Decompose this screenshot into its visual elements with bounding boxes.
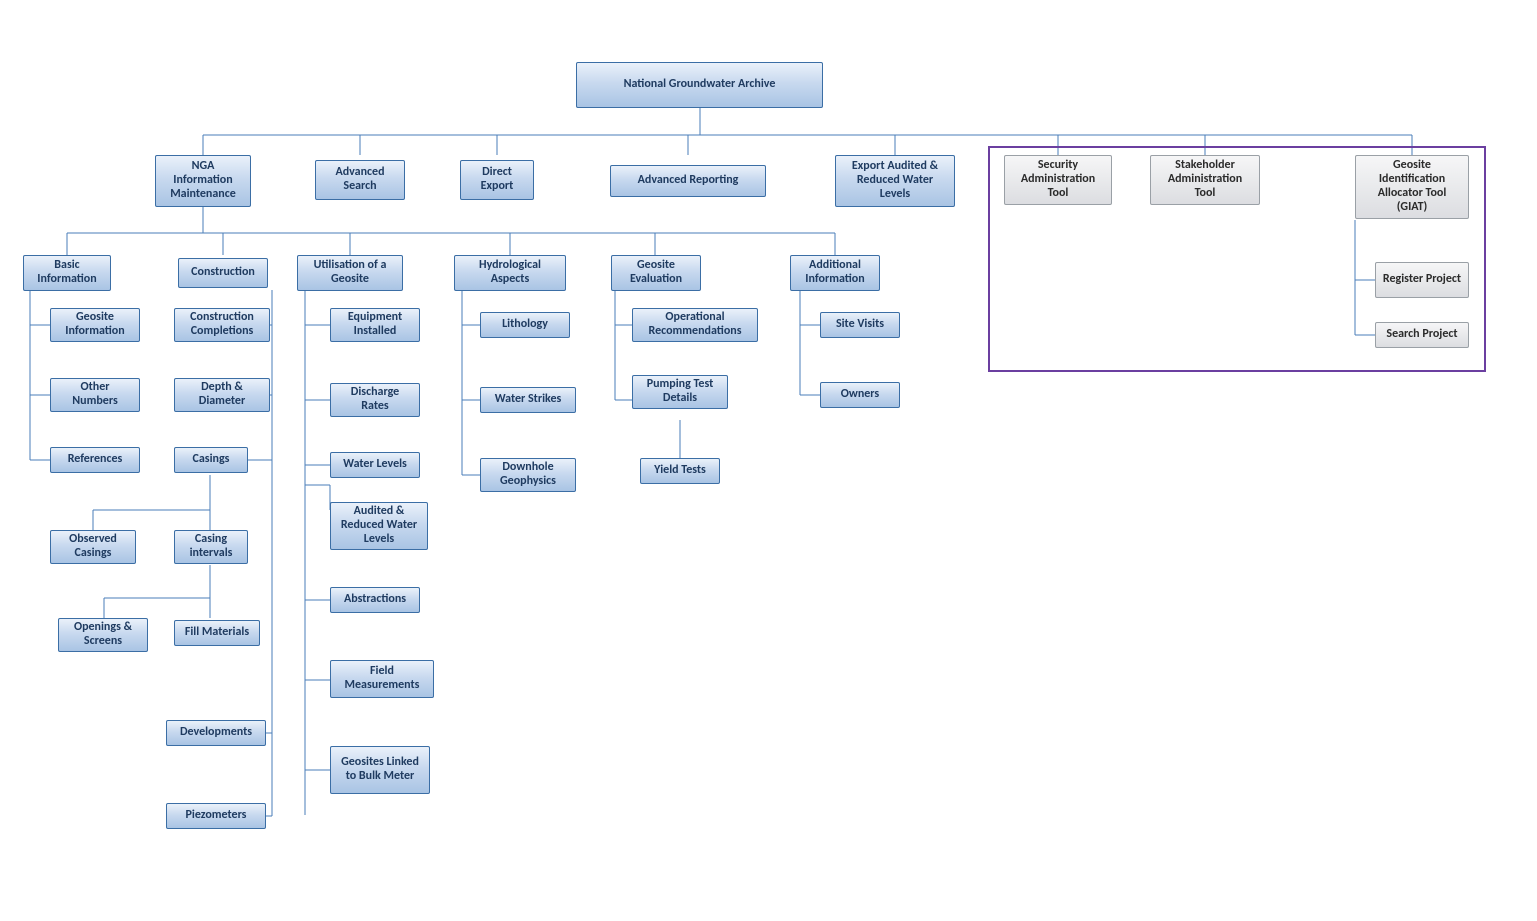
node-downhole-geophysics: Downhole Geophysics [480,458,576,492]
node-abstractions: Abstractions [330,587,420,613]
node-developments: Developments [166,720,266,746]
node-hydrological: Hydrological Aspects [454,255,566,291]
node-operational-recommendations: Operational Recommendations [632,308,758,342]
node-discharge-rates: Discharge Rates [330,383,420,417]
node-geosite-evaluation: Geosite Evaluation [611,255,701,291]
node-utilisation: Utilisation of a Geosite [297,255,403,291]
node-audited-reduced-wl: Audited & Reduced Water Levels [330,502,428,550]
org-chart-root: National Groundwater Archive NGA Informa… [0,0,1537,921]
node-observed-casings: Observed Casings [50,530,136,564]
node-lithology: Lithology [480,312,570,338]
node-openings-screens: Openings & Screens [58,618,148,652]
node-equipment-installed: Equipment Installed [330,308,420,342]
node-security-admin-tool: Security Administration Tool [1004,155,1112,205]
node-root: National Groundwater Archive [576,62,823,108]
node-additional-info: Additional Information [790,255,880,291]
node-geosites-bulk-meter: Geosites Linked to Bulk Meter [330,746,430,794]
node-basic-information: Basic Information [23,255,111,291]
node-owners: Owners [820,382,900,408]
node-pumping-test-details: Pumping Test Details [632,375,728,409]
node-search-project: Search Project [1375,322,1469,348]
node-construction-completions: Construction Completions [174,308,270,342]
node-site-visits: Site Visits [820,312,900,338]
node-advanced-search: Advanced Search [315,160,405,200]
node-fill-materials: Fill Materials [174,620,260,646]
node-geosite-information: Geosite Information [50,308,140,342]
node-nga-info-maintenance: NGA Information Maintenance [155,155,251,207]
node-giat: Geosite Identification Allocator Tool (G… [1355,155,1469,219]
node-depth-diameter: Depth & Diameter [174,378,270,412]
node-other-numbers: Other Numbers [50,378,140,412]
node-direct-export: Direct Export [460,160,534,200]
node-water-strikes: Water Strikes [480,387,576,413]
node-yield-tests: Yield Tests [640,458,720,484]
node-casing-intervals: Casing intervals [174,530,248,564]
node-field-measurements: Field Measurements [330,660,434,698]
node-piezometers: Piezometers [166,803,266,829]
node-construction: Construction [178,258,268,288]
node-casings: Casings [174,447,248,473]
node-register-project: Register Project [1375,262,1469,298]
node-references: References [50,447,140,473]
node-export-audited: Export Audited & Reduced Water Levels [835,155,955,207]
node-advanced-reporting: Advanced Reporting [610,165,766,197]
node-water-levels: Water Levels [330,452,420,478]
node-stakeholder-admin-tool: Stakeholder Administration Tool [1150,155,1260,205]
